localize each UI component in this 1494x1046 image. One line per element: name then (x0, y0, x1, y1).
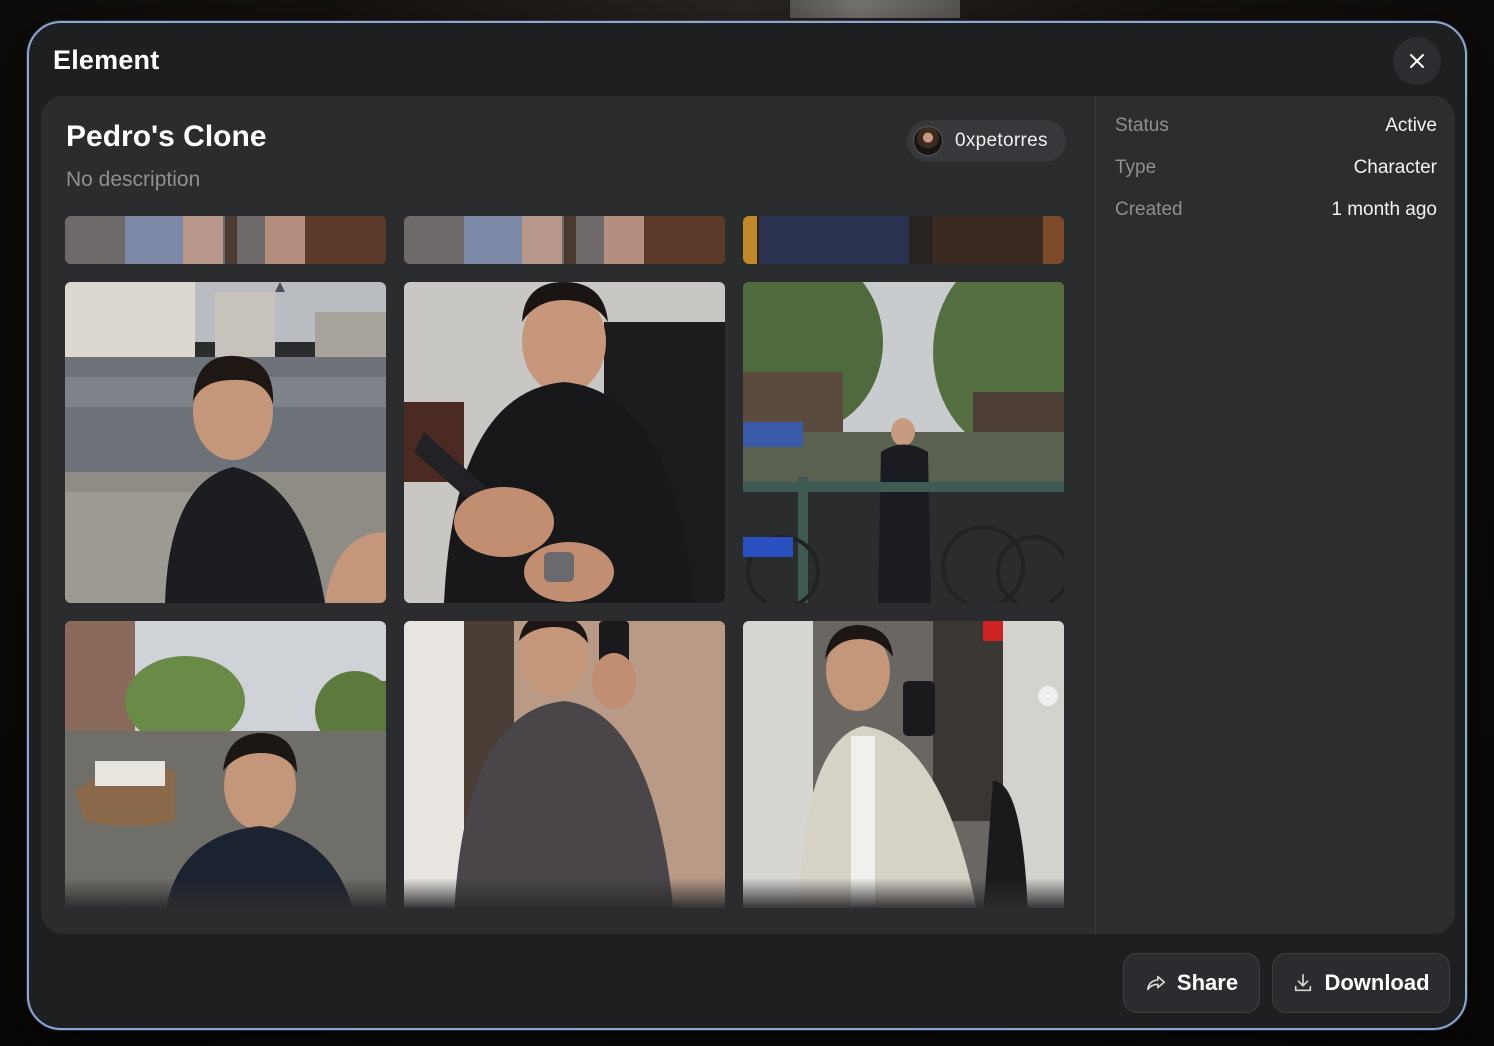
photo-gallery[interactable] (65, 216, 1065, 908)
gallery-photo[interactable] (65, 216, 386, 264)
modal-title: Element (53, 45, 160, 75)
element-name: Pedro's Clone (66, 120, 267, 153)
download-button[interactable]: Download (1272, 953, 1450, 1013)
created-row: Created 1 month ago (1115, 199, 1437, 221)
status-value: Active (1385, 115, 1437, 136)
download-icon (1295, 973, 1312, 992)
avatar (913, 126, 943, 156)
element-modal: Element Pedro's Clone No description 0xp… (27, 21, 1467, 1030)
created-label: Created (1115, 199, 1183, 220)
gallery-photo[interactable] (65, 621, 386, 908)
gallery-photo[interactable] (743, 621, 1064, 908)
gallery-photo[interactable] (65, 282, 386, 603)
close-button[interactable] (1393, 37, 1441, 85)
owner-name: 0xpetorres (955, 130, 1048, 151)
status-label: Status (1115, 115, 1169, 136)
gallery-photo[interactable] (404, 621, 725, 908)
gallery-photo[interactable] (404, 282, 725, 603)
share-icon (1146, 975, 1165, 991)
element-panel: Pedro's Clone No description 0xpetorres (41, 96, 1455, 934)
download-label: Download (1324, 970, 1430, 995)
owner-chip[interactable]: 0xpetorres (907, 120, 1066, 162)
share-label: Share (1176, 970, 1239, 995)
status-row: Status Active (1115, 115, 1437, 137)
gallery-photo[interactable] (404, 216, 725, 264)
share-button[interactable]: Share (1123, 953, 1260, 1013)
element-main: Pedro's Clone No description 0xpetorres (41, 96, 1095, 934)
type-value: Character (1353, 157, 1437, 178)
gallery-photo[interactable] (743, 216, 1064, 264)
element-description: No description (66, 168, 201, 191)
type-row: Type Character (1115, 157, 1437, 179)
details-sidebar: Status Active Type Character Created 1 m… (1095, 96, 1455, 934)
close-icon (1410, 54, 1424, 68)
gallery-photo[interactable] (743, 282, 1064, 603)
type-label: Type (1115, 157, 1157, 178)
created-value: 1 month ago (1331, 199, 1437, 220)
